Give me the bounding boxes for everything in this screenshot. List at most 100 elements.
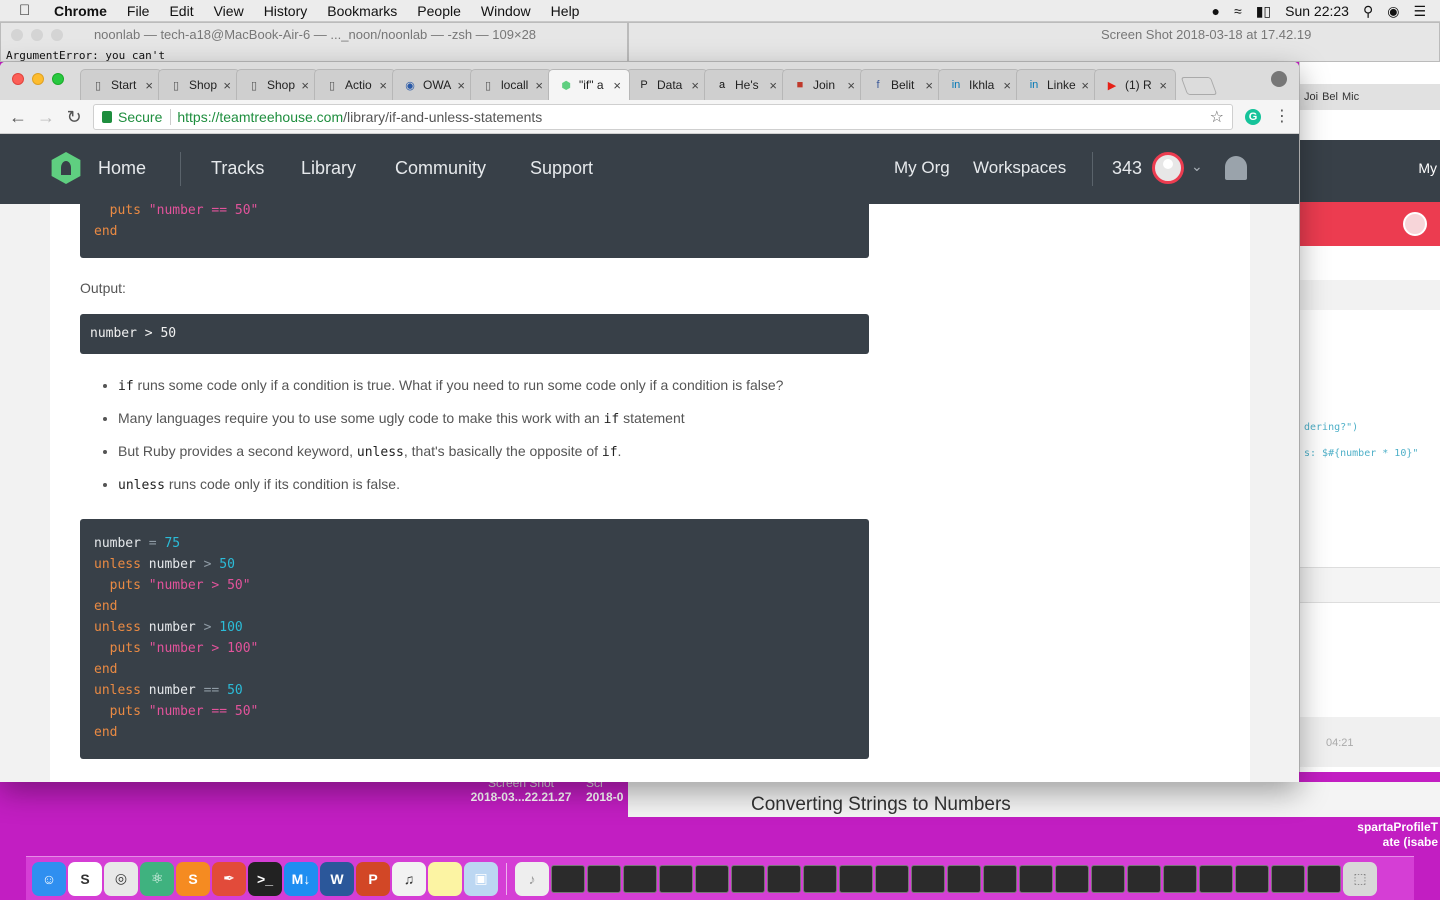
close-window-button[interactable] [12,73,24,85]
paw-dock-icon[interactable]: ✒ [212,861,246,896]
wifi-icon[interactable]: ≈ [1234,3,1242,19]
browser-tab[interactable]: ◉ OWA × [392,69,474,100]
address-bar[interactable]: Secure https://teamtreehouse.com/library… [93,104,1233,130]
menu-help[interactable]: Help [551,3,580,19]
terminal-dock-icon[interactable]: >_ [248,861,282,896]
close-tab-icon[interactable]: × [613,78,621,93]
nav-my-org[interactable]: My Org [894,158,950,178]
desktop-file-sparta[interactable]: spartaProfileT ate (isabe [1357,820,1438,850]
browser-tab[interactable]: ■ Join × [782,69,864,100]
atom-dock-icon[interactable]: ⚛ [140,861,174,896]
elephant-icon[interactable]: ● [1212,3,1220,19]
trash-icon[interactable]: ⬚ [1343,861,1377,896]
close-tab-icon[interactable]: × [301,78,309,93]
notification-center-icon[interactable]: ☰ [1413,3,1426,20]
minimized-window-thumbnail[interactable] [587,864,621,893]
terminal-window[interactable]: noonlab — tech-a18@MacBook-Air-6 — ..._n… [0,22,628,62]
close-tab-icon[interactable]: × [925,78,933,93]
browser-tab[interactable]: ▯ locall × [470,69,552,100]
minimized-window-thumbnail[interactable] [875,864,909,893]
nav-tracks[interactable]: Tracks [211,158,264,179]
chevron-down-icon[interactable]: ⌄ [1191,158,1203,175]
bg-tab[interactable]: Joi [1304,91,1318,103]
close-tab-icon[interactable]: × [847,78,855,93]
browser-tab[interactable]: ▯ Shop × [158,69,240,100]
siri-icon[interactable]: ◉ [1387,3,1399,20]
browser-tab[interactable]: ▯ Start × [80,69,162,100]
back-button[interactable]: ← [6,105,30,129]
close-tab-icon[interactable]: × [223,78,231,93]
nav-workspaces[interactable]: Workspaces [973,158,1066,178]
minimized-window-thumbnail[interactable] [695,864,729,893]
minimized-window-thumbnail[interactable] [767,864,801,893]
bell-icon[interactable] [1225,156,1247,180]
close-tab-icon[interactable]: × [1159,78,1167,93]
chrome-menu-icon[interactable]: ⋮ [1274,106,1290,126]
close-tab-icon[interactable]: × [1081,78,1089,93]
minimized-window-thumbnail[interactable] [803,864,837,893]
nav-library[interactable]: Library [301,158,356,179]
points-count[interactable]: 343 [1112,158,1142,179]
apple-menu-icon[interactable]:  [19,2,37,19]
minimized-window-thumbnail[interactable] [1199,864,1233,893]
powerpoint-dock-icon[interactable]: P [356,861,390,896]
minimized-window-thumbnail[interactable] [839,864,873,893]
new-tab-button[interactable] [1180,77,1218,95]
word-dock-icon[interactable]: W [320,861,354,896]
sublime-dock-icon[interactable]: S [176,861,210,896]
minimized-window-thumbnail[interactable] [551,864,585,893]
menu-people[interactable]: People [417,3,461,19]
clock[interactable]: Sun 22:23 [1285,3,1349,19]
nav-community[interactable]: Community [395,158,486,179]
minimized-window-thumbnail[interactable] [1271,864,1305,893]
bg-avatar[interactable] [1403,212,1427,236]
treehouse-logo-icon[interactable] [51,152,81,184]
background-browser-window[interactable]: Joi Bel Mic My dering?") s: $#{number * … [1299,62,1440,772]
close-tab-icon[interactable]: × [145,78,153,93]
bg-tab[interactable]: Mic [1342,91,1359,103]
battery-icon[interactable]: ▮▯ [1256,3,1271,20]
minimize-window-button[interactable] [32,73,44,85]
menu-view[interactable]: View [214,3,244,19]
nav-support[interactable]: Support [530,158,593,179]
close-tab-icon[interactable]: × [457,78,465,93]
grammarly-extension-icon[interactable]: G [1245,109,1261,125]
bg-my-label[interactable]: My [1418,160,1437,176]
minimized-window-thumbnail[interactable] [1127,864,1161,893]
sublime-s-dock-icon[interactable]: S [68,861,102,896]
finder-dock-icon[interactable]: ☺ [32,861,66,896]
background-window-card[interactable]: Converting Strings to Numbers [628,782,1440,817]
bg-tab[interactable]: Bel [1322,91,1338,103]
browser-tab[interactable]: f Belit × [860,69,942,100]
browser-tab[interactable]: ⬢ "if" a × [548,69,630,100]
macdown-dock-icon[interactable]: M↓ [284,861,318,896]
user-avatar[interactable] [1152,152,1184,184]
preview-dock-icon[interactable]: ▣ [464,861,498,896]
close-tab-icon[interactable]: × [1003,78,1011,93]
close-tab-icon[interactable]: × [535,78,543,93]
zoom-window-button[interactable] [52,73,64,85]
minimized-window-thumbnail[interactable] [983,864,1017,893]
browser-tab[interactable]: in Linke × [1016,69,1098,100]
browser-tab[interactable]: P Data × [626,69,708,100]
chrome-dock-icon[interactable]: ◎ [104,861,138,896]
forward-button[interactable]: → [34,105,58,129]
bg-video-player[interactable]: 04:21 [1300,717,1440,767]
menu-history[interactable]: History [264,3,308,19]
close-tab-icon[interactable]: × [379,78,387,93]
browser-tab[interactable]: ▯ Shop × [236,69,318,100]
spotlight-icon[interactable]: ⚲ [1363,3,1373,20]
menu-edit[interactable]: Edit [169,3,193,19]
minimized-window-thumbnail[interactable] [1235,864,1269,893]
minimized-window-thumbnail[interactable] [1091,864,1125,893]
close-tab-icon[interactable]: × [769,78,777,93]
notes-dock-icon[interactable] [428,861,462,896]
minimized-window-thumbnail[interactable] [659,864,693,893]
menu-chrome[interactable]: Chrome [54,3,107,19]
preview-window[interactable]: Screen Shot 2018-03-18 at 17.42.19 [628,22,1440,62]
minimized-window-thumbnail[interactable] [1019,864,1053,893]
browser-tab[interactable]: ▯ Actio × [314,69,396,100]
menu-bookmarks[interactable]: Bookmarks [327,3,397,19]
music-file-dock-icon[interactable]: ♪ [515,861,549,896]
reload-button[interactable]: ↻ [62,105,86,129]
